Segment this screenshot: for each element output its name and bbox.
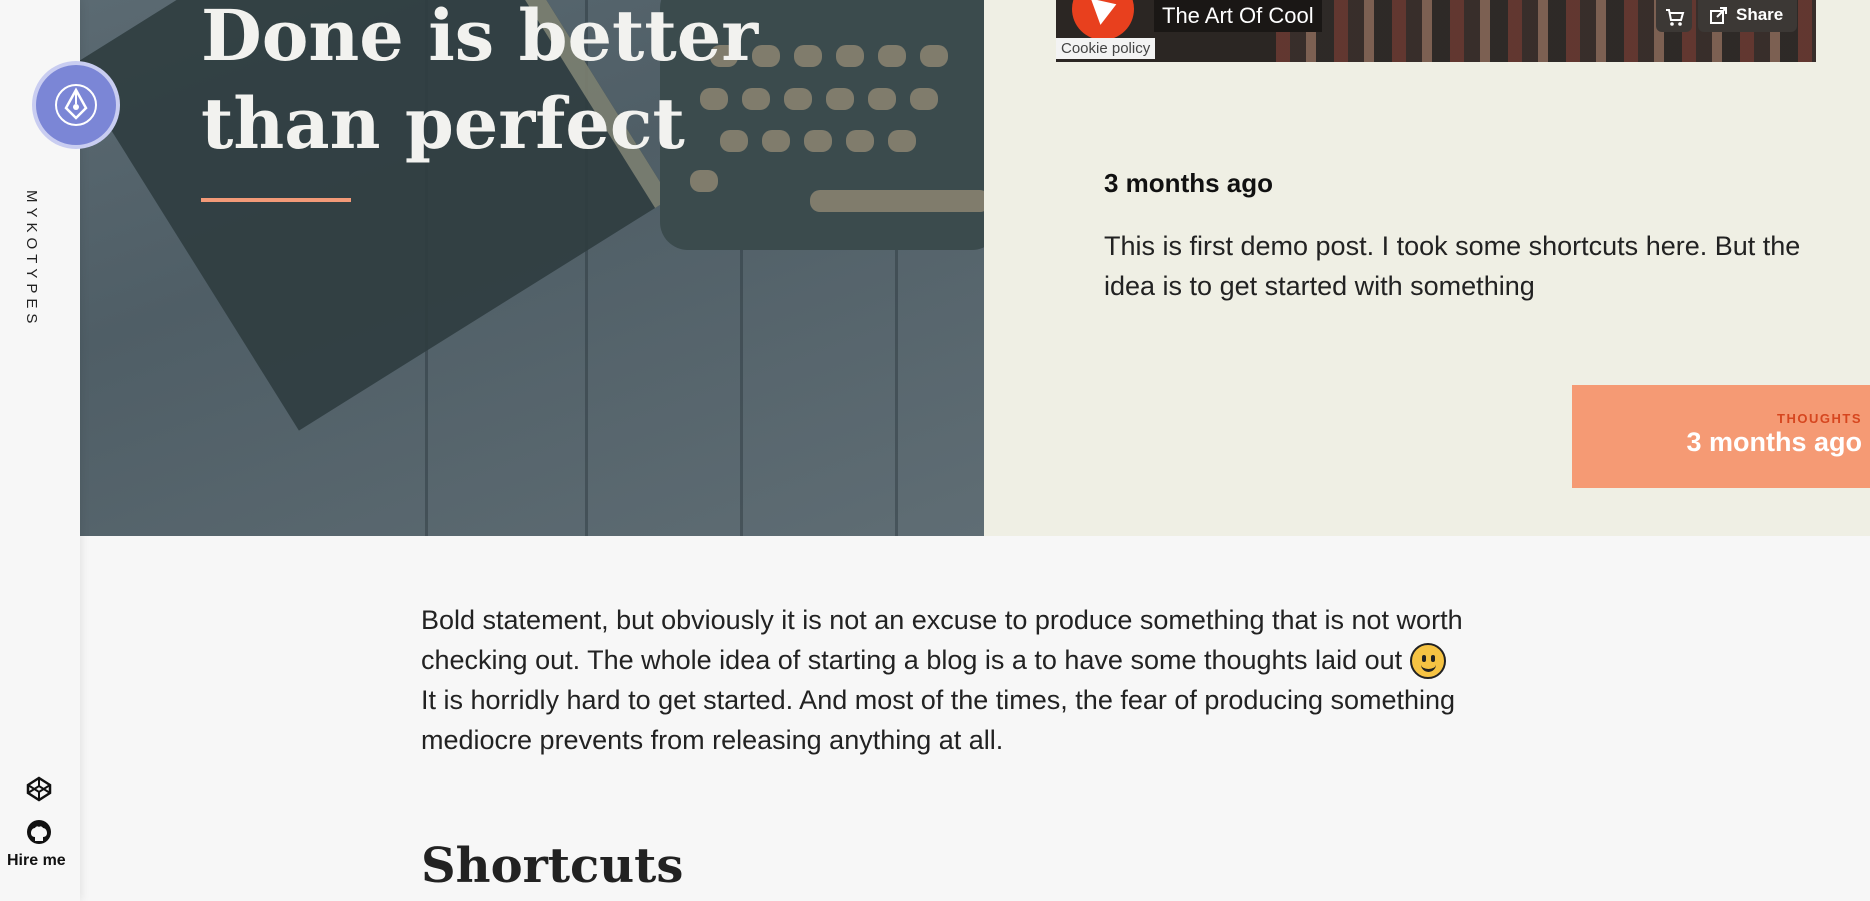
post-excerpt: This is first demo post. I took some sho…	[1104, 231, 1801, 301]
cart-button[interactable]	[1656, 0, 1692, 32]
category-label: THOUGHTS	[1777, 411, 1862, 426]
post-title: Done is better than perfect	[201, 0, 759, 165]
paragraph: Bold statement, but obviously it is not …	[421, 600, 1541, 680]
logo[interactable]	[36, 65, 116, 145]
hire-me-link[interactable]: Hire me	[7, 852, 66, 870]
cookie-policy-link[interactable]: Cookie policy	[1056, 38, 1156, 59]
cart-icon	[1666, 9, 1685, 26]
sidebar: MYKOTYPES Hire me	[0, 0, 116, 901]
category-date: 3 months ago	[1686, 427, 1862, 457]
category-card[interactable]: THOUGHTS 3 months ago	[1572, 385, 1870, 488]
codepen-icon[interactable]	[26, 776, 52, 802]
share-label: Share	[1736, 5, 1784, 24]
pen-nib-logo-icon	[55, 84, 97, 126]
github-icon[interactable]	[26, 819, 52, 845]
video-embed[interactable]: The Art Of Cool Cookie policy Share	[1056, 0, 1816, 62]
share-icon	[1710, 7, 1727, 24]
share-button[interactable]: Share	[1698, 0, 1798, 32]
title-underline	[201, 198, 351, 202]
section-heading: Shortcuts	[421, 838, 684, 894]
paragraph: It is horridly hard to get started. And …	[421, 685, 1456, 755]
post-meta-panel: The Art Of Cool Cookie policy Share 3 mo…	[984, 0, 1870, 536]
paragraph-text: Bold statement, but obviously it is not …	[421, 605, 1463, 675]
video-title[interactable]: The Art Of Cool	[1154, 0, 1322, 32]
smile-emoji-icon	[1409, 643, 1446, 679]
brand-name[interactable]: MYKOTYPES	[23, 190, 40, 328]
post-date: 3 months ago	[1104, 168, 1274, 198]
post-content: Bold statement, but obviously it is not …	[421, 600, 1541, 760]
